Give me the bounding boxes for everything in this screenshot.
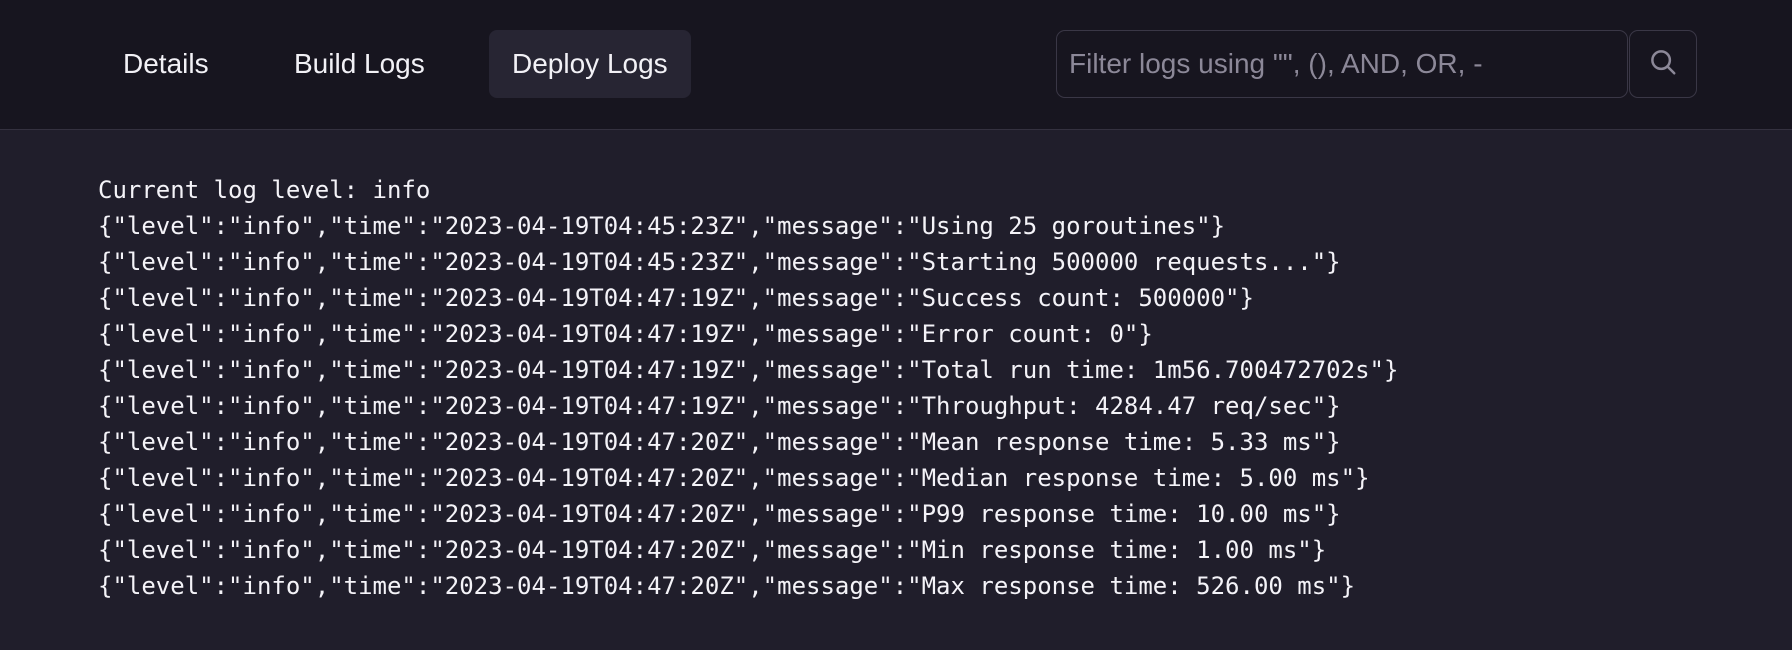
log-header: Details Build Logs Deploy Logs: [0, 0, 1792, 130]
log-line: {"level":"info","time":"2023-04-19T04:47…: [98, 536, 1327, 564]
log-line: {"level":"info","time":"2023-04-19T04:47…: [98, 284, 1254, 312]
log-line: {"level":"info","time":"2023-04-19T04:47…: [98, 572, 1356, 600]
tab-details[interactable]: Details: [100, 30, 232, 98]
log-filter-input[interactable]: [1056, 30, 1628, 98]
log-line: {"level":"info","time":"2023-04-19T04:47…: [98, 464, 1370, 492]
deploy-log-output: Current log level: info {"level":"info","…: [98, 172, 1398, 604]
tab-build-logs[interactable]: Build Logs: [271, 30, 448, 98]
log-line: {"level":"info","time":"2023-04-19T04:47…: [98, 392, 1341, 420]
log-line: {"level":"info","time":"2023-04-19T04:47…: [98, 428, 1341, 456]
log-line: {"level":"info","time":"2023-04-19T04:47…: [98, 320, 1153, 348]
log-line: {"level":"info","time":"2023-04-19T04:47…: [98, 356, 1399, 384]
tab-deploy-logs[interactable]: Deploy Logs: [489, 30, 691, 98]
search-icon: [1648, 47, 1678, 82]
search-button[interactable]: [1629, 30, 1697, 98]
log-line: {"level":"info","time":"2023-04-19T04:45…: [98, 248, 1341, 276]
log-line: {"level":"info","time":"2023-04-19T04:45…: [98, 212, 1226, 240]
log-line: {"level":"info","time":"2023-04-19T04:47…: [98, 500, 1341, 528]
log-line: Current log level: info: [98, 176, 431, 204]
